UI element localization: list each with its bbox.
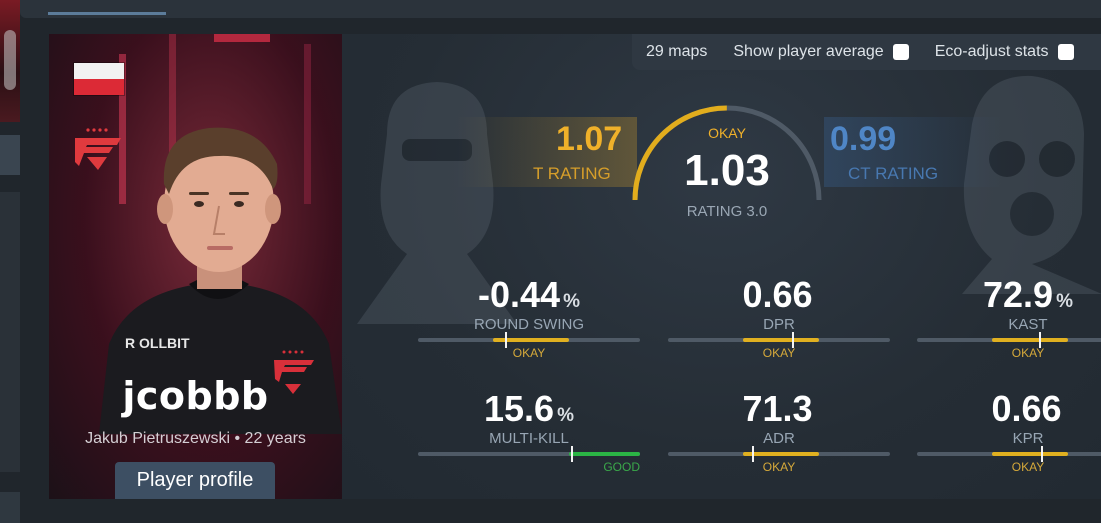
stat-state: OKAY [762, 346, 796, 360]
player-profile-button[interactable]: Player profile [115, 462, 275, 499]
stat-state: OKAY [1011, 460, 1045, 474]
stat-dpr: 0.66 DPR OKAY [668, 274, 890, 360]
stat-unit: % [563, 291, 580, 312]
stat-bar-marker [792, 332, 795, 348]
stat-round-swing: -0.44% ROUND SWING OKAY [418, 274, 640, 360]
ct-rating-value: 0.99 [830, 120, 897, 158]
stat-bar [917, 332, 1101, 348]
poland-flag-icon [73, 62, 125, 96]
stat-value: 0.66 [742, 274, 813, 315]
stat-label: ROUND SWING [474, 316, 584, 333]
stat-bar [917, 446, 1101, 462]
show-average-label: Show player average [733, 43, 884, 60]
player-age: 22 years [244, 430, 306, 447]
stat-state: OKAY [762, 460, 796, 474]
stat-value: 71.3 [742, 388, 813, 429]
stat-bar-marker [1041, 446, 1044, 462]
stat-state: OKAY [512, 346, 546, 360]
stat-bar-fill [743, 452, 819, 456]
stat-value: 15.6% [484, 388, 574, 429]
stat-label: KPR [1012, 430, 1044, 447]
stat-bar-marker [752, 446, 755, 462]
rating-state: OKAY [708, 125, 746, 141]
player-real-name: Jakub Pietruszewski [85, 430, 231, 447]
t-rating-value: 1.07 [556, 120, 623, 158]
stat-label: MULTI-KILL [489, 430, 569, 447]
stat-value: 72.9% [983, 274, 1073, 315]
stat-multi-kill: 15.6% MULTI-KILL GOOD [418, 388, 640, 474]
rating-label: RATING 3.0 [686, 203, 768, 220]
stats-panel: 29 maps Show player average Eco-adjust s… [342, 34, 1101, 499]
top-strip [20, 0, 1101, 18]
stat-label: DPR [763, 316, 795, 333]
stat-bar-marker [1039, 332, 1042, 348]
active-tab-indicator [48, 12, 166, 15]
svg-text:R OLLBIT: R OLLBIT [125, 335, 190, 351]
stat-bar-fill [743, 338, 819, 342]
stat-value: -0.44% [478, 274, 580, 315]
show-average-toggle[interactable]: Show player average [733, 43, 909, 61]
adjacent-card-edge [0, 192, 20, 472]
stat-bar [418, 446, 640, 462]
stat-bar-fill [992, 338, 1068, 342]
adjacent-card-edge [0, 492, 20, 523]
adjacent-card-edge [0, 0, 20, 122]
stat-bar-fill [568, 452, 640, 456]
stat-bar [668, 332, 890, 348]
stat-state: GOOD [603, 460, 640, 474]
t-rating-label: T RATING [533, 164, 611, 183]
show-average-checkbox[interactable] [892, 44, 909, 60]
player-meta: Jakub Pietruszewski • 22 years [49, 430, 342, 448]
maps-count: 29 maps [646, 43, 708, 60]
stat-bar-marker [571, 446, 574, 462]
stat-label: KAST [1008, 316, 1048, 333]
stat-kpr: 0.66 KPR OKAY [917, 388, 1101, 474]
stat-kast: 72.9% KAST OKAY [917, 274, 1101, 360]
meta-separator: • [234, 430, 241, 447]
stat-unit: % [557, 405, 574, 426]
decor-bar [214, 34, 270, 42]
eco-adjust-label: Eco-adjust stats [934, 43, 1049, 60]
eco-adjust-checkbox[interactable] [1057, 44, 1074, 60]
player-panel: R OLLBIT jcobbb Jakub Pietruszewski • 22… [49, 34, 342, 499]
options-bar: 29 maps Show player average Eco-adjust s… [632, 34, 1101, 70]
stat-unit: % [1056, 291, 1073, 312]
stat-bar-fill [992, 452, 1068, 456]
stat-bar [418, 332, 640, 348]
player-nickname: jcobbb [122, 374, 269, 418]
adjacent-card-edge [0, 135, 20, 175]
stat-bar [668, 446, 890, 462]
stat-adr: 71.3 ADR OKAY [668, 388, 890, 474]
stat-label: ADR [763, 430, 795, 447]
player-stats-card: R OLLBIT jcobbb Jakub Pietruszewski • 22… [49, 34, 1101, 499]
rating-value: 1.03 [684, 146, 770, 195]
eco-adjust-toggle[interactable]: Eco-adjust stats [935, 43, 1074, 61]
stat-state: OKAY [1011, 346, 1045, 360]
ct-rating-label: CT RATING [848, 164, 939, 183]
stat-value: 0.66 [991, 388, 1062, 429]
stat-bar-marker [504, 332, 507, 348]
